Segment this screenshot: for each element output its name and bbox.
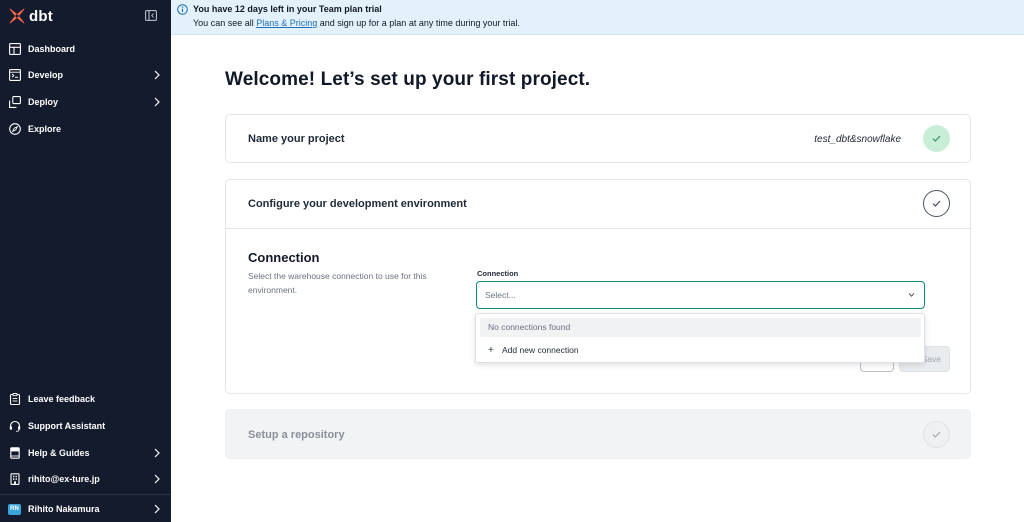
headset-icon [8, 420, 21, 433]
info-icon [177, 4, 188, 15]
sidebar-item-label: Deploy [28, 97, 59, 107]
compass-icon [8, 123, 21, 136]
chevron-right-icon [154, 70, 160, 80]
connection-description: Select the warehouse connection to use f… [248, 271, 427, 295]
sidebar-item-help-guides[interactable]: Help & Guides [0, 440, 171, 466]
user-name: Rihito Nakamura [28, 504, 100, 514]
brand-name: dbt [29, 7, 53, 25]
dbt-logo-icon [9, 8, 25, 24]
plans-pricing-link[interactable]: Plans & Pricing [256, 18, 317, 28]
step-status-badge [923, 190, 950, 217]
sidebar-item-deploy[interactable]: Deploy [0, 89, 171, 115]
sidebar-item-label: Explore [28, 124, 62, 134]
check-icon [932, 200, 941, 207]
collapse-sidebar-icon[interactable] [145, 10, 157, 21]
banner-text-after: and sign up for a plan at any time durin… [317, 18, 520, 28]
section-divider [226, 228, 970, 229]
sidebar-item-label: Help & Guides [28, 448, 90, 458]
sidebar-item-label: Support Assistant [28, 421, 106, 431]
book-icon [8, 447, 21, 460]
sidebar-item-label: Leave feedback [28, 394, 96, 404]
sidebar-item-develop[interactable]: Develop [0, 62, 171, 88]
sidebar-item-account[interactable]: rihito@ex-ture.jp [0, 466, 171, 492]
step-name-project[interactable]: Name your project test_dbt&snowflake [225, 114, 971, 163]
chevron-right-icon [154, 474, 160, 484]
clipboard-icon [8, 393, 21, 406]
step-complete-badge [923, 125, 950, 152]
connection-heading: Connection [248, 250, 320, 265]
connection-dropdown-menu: No connections found + Add new connection [475, 313, 925, 363]
sidebar-item-user[interactable]: RN Rihito Nakamura [0, 496, 171, 522]
chevron-right-icon [154, 504, 160, 514]
banner-text-before: You can see all [193, 18, 257, 28]
dashboard-icon [8, 43, 21, 56]
dropdown-empty-option: No connections found [480, 318, 921, 337]
sidebar-item-label: Develop [28, 70, 64, 80]
add-new-connection-label: Add new connection [502, 345, 579, 355]
check-icon [932, 431, 941, 438]
sidebar-item-label: Dashboard [28, 44, 76, 54]
step-pending-badge [923, 421, 950, 448]
brand[interactable]: dbt [8, 7, 53, 25]
check-icon [932, 135, 941, 142]
sidebar-item-explore[interactable]: Explore [0, 116, 171, 142]
chevron-right-icon [154, 448, 160, 458]
step-title: Configure your development environment [248, 198, 467, 210]
deploy-icon [8, 96, 21, 109]
sidebar-item-label: rihito@ex-ture.jp [28, 474, 100, 484]
chevron-right-icon [154, 97, 160, 107]
select-placeholder: Select... [485, 290, 516, 300]
terminal-icon [8, 69, 21, 82]
building-icon [8, 473, 21, 486]
step-title: Setup a repository [248, 429, 345, 441]
avatar: RN [8, 503, 21, 515]
plus-icon: + [488, 345, 494, 356]
sidebar: dbt Dashboard Develop Deploy Explore Lea… [0, 0, 171, 522]
add-new-connection-option[interactable]: + Add new connection [480, 341, 921, 360]
step-setup-repository: Setup a repository [225, 409, 971, 459]
project-name-value: test_dbt&snowflake [814, 134, 901, 145]
page-title: Welcome! Let’s set up your first project… [225, 69, 591, 90]
connection-field-label: Connection [477, 269, 519, 278]
banner-text: You can see all Plans & Pricing and sign… [193, 18, 520, 28]
trial-banner: You have 12 days left in your Team plan … [171, 0, 1024, 35]
connection-select[interactable]: Select... [476, 281, 925, 309]
sidebar-item-support-assistant[interactable]: Support Assistant [0, 413, 171, 439]
step-title: Name your project [248, 133, 345, 145]
sidebar-item-leave-feedback[interactable]: Leave feedback [0, 386, 171, 412]
sidebar-divider [0, 494, 171, 495]
chevron-down-icon [908, 293, 915, 297]
sidebar-item-dashboard[interactable]: Dashboard [0, 36, 171, 62]
banner-title: You have 12 days left in your Team plan … [193, 4, 382, 14]
